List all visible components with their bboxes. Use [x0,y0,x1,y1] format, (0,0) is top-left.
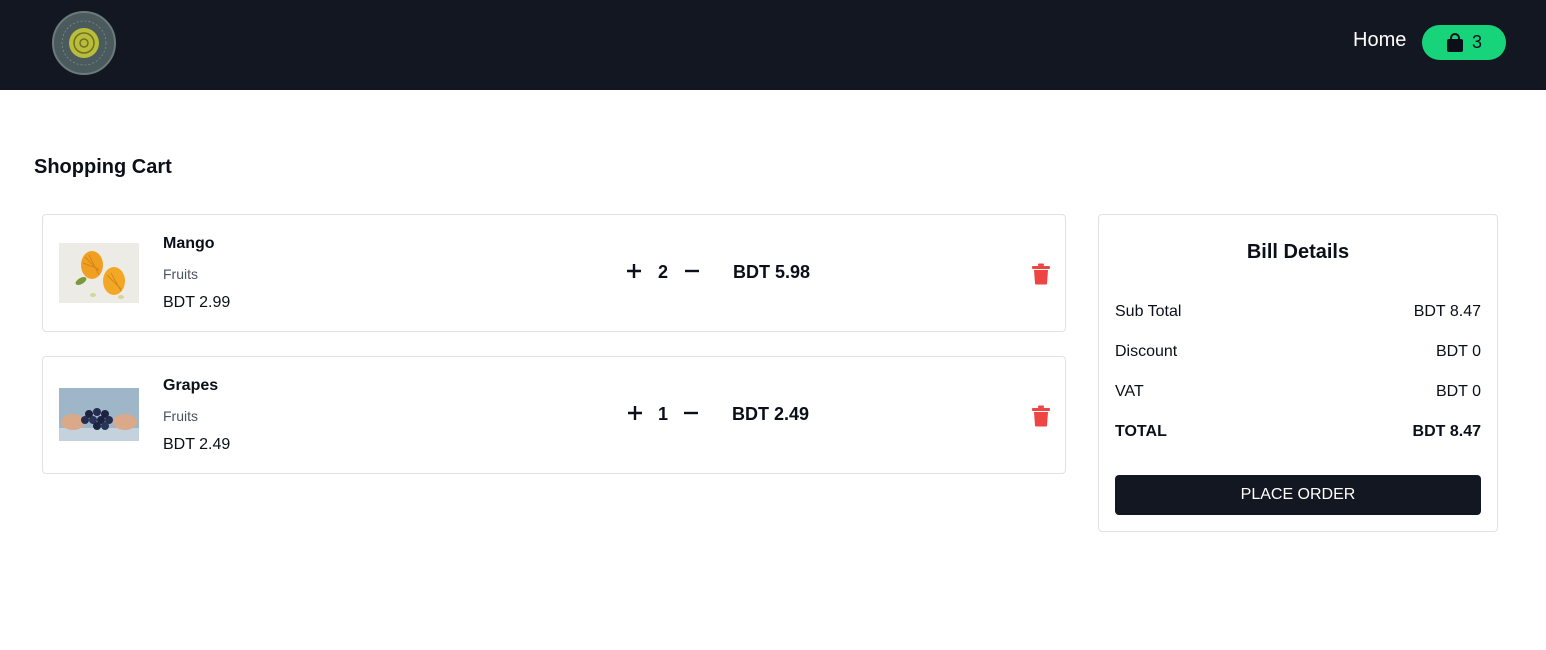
bill-row-discount: Discount BDT 0 [1115,343,1481,361]
cart-count-badge: 3 [1471,32,1482,52]
line-total: BDT 2.49 [732,404,810,424]
shopping-bag-icon [1446,32,1463,52]
grapes-image [59,388,139,441]
bill-row-label: VAT [1115,383,1144,400]
minus-icon[interactable] [681,403,701,423]
cart-button[interactable]: 3 [1422,25,1506,60]
item-category: Fruits [163,266,198,282]
bill-row-value: BDT 0 [1435,343,1481,360]
line-total: BDT 5.98 [733,262,811,282]
trash-icon[interactable] [1031,405,1051,427]
quantity-value: 1 [657,404,668,424]
bill-row-subtotal: Sub Total BDT 8.47 [1115,303,1481,321]
bill-details-panel: Bill Details Sub Total BDT 8.47 Discount… [1098,214,1498,532]
bill-row-value: BDT 8.47 [1413,303,1481,320]
item-unit-price: BDT 2.99 [163,294,231,311]
item-unit-price: BDT 2.49 [163,436,231,453]
techlab-logo[interactable] [52,11,116,75]
nav-home-link[interactable]: Home [1353,29,1406,52]
trash-icon[interactable] [1031,263,1051,285]
minus-icon[interactable] [682,261,702,281]
bill-row-label: TOTAL [1115,423,1167,440]
bill-row-total: TOTAL BDT 8.47 [1115,423,1481,441]
bill-row-value: BDT 8.47 [1412,423,1481,440]
item-name: Mango [163,235,215,252]
bill-row-value: BDT 0 [1435,383,1481,400]
cart-item: Grapes Fruits BDT 2.49 1 BDT 2.49 [42,356,1066,474]
logo-emblem-icon [61,20,107,66]
mango-image [59,243,139,303]
top-navigation-bar: Home 3 [0,0,1546,90]
quantity-value: 2 [657,262,668,282]
page-title: Shopping Cart [34,156,172,178]
bill-row-vat: VAT BDT 0 [1115,383,1481,401]
bill-row-label: Discount [1115,343,1178,360]
bill-title: Bill Details [1246,241,1350,263]
plus-icon[interactable] [625,403,645,423]
place-order-button[interactable]: PLACE ORDER [1115,475,1481,515]
cart-item: Mango Fruits BDT 2.99 2 BDT 5.98 [42,214,1066,332]
bill-row-label: Sub Total [1115,303,1182,320]
plus-icon[interactable] [624,261,644,281]
item-name: Grapes [163,377,219,394]
item-category: Fruits [163,408,198,424]
